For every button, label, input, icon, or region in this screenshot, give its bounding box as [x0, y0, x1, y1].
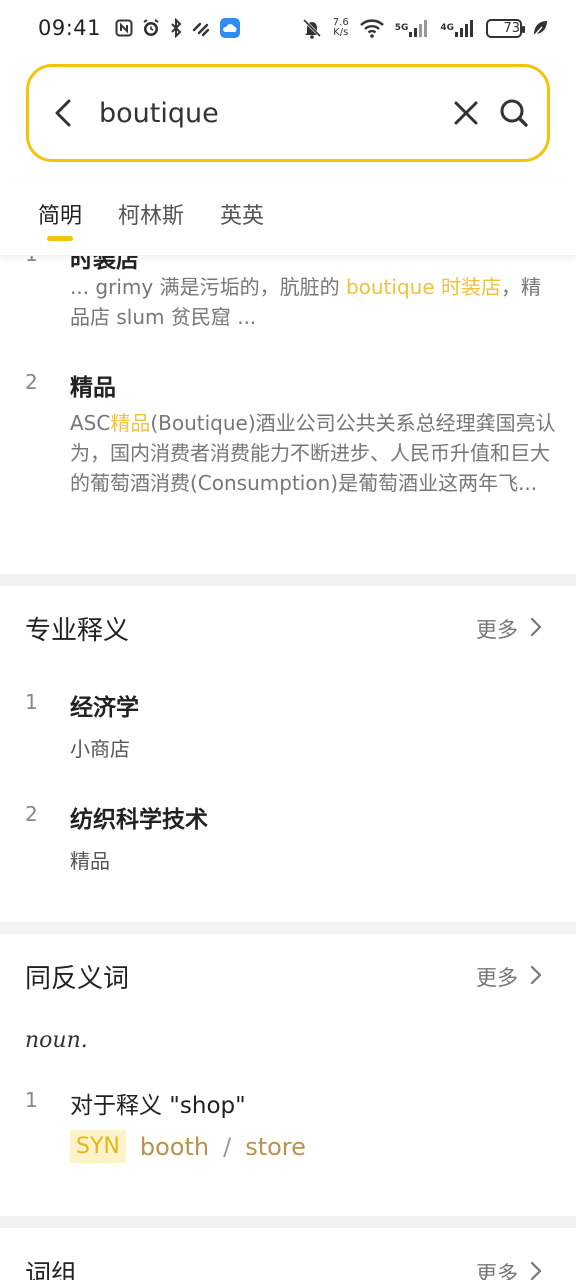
net-label-5g: 5G — [394, 23, 409, 33]
tab-collins[interactable]: 柯林斯 — [118, 180, 184, 255]
professional-meaning: 小商店 — [70, 737, 130, 761]
synonym-row: SYN booth / store — [70, 1130, 306, 1163]
synonym-word[interactable]: booth — [140, 1133, 209, 1161]
example-text-pre: ASC — [70, 411, 111, 435]
status-left: 09:41 — [38, 16, 241, 40]
tab-active-indicator — [47, 236, 73, 241]
professional-section-header: 专业释义 更多 — [0, 610, 576, 650]
leaf-icon — [532, 19, 548, 37]
more-label: 更多 — [476, 966, 518, 990]
phrases-section-header: 词组 更多 — [0, 1254, 576, 1280]
syn-badge: SYN — [70, 1130, 126, 1163]
synonym-word[interactable]: store — [245, 1133, 306, 1161]
net-speed: 7.6 K/s — [333, 18, 349, 38]
back-icon[interactable] — [49, 93, 77, 133]
example-highlight: 精品 — [110, 411, 151, 435]
bluetooth-icon — [169, 18, 183, 38]
section-title-synonyms: 同反义词 — [25, 964, 130, 994]
definition-number: 1 — [25, 256, 38, 266]
definition-title: 精品 — [70, 375, 116, 401]
search-icon[interactable] — [497, 93, 531, 133]
professional-number: 1 — [25, 690, 38, 714]
status-bar: 09:41 7.6 K/s 5G 4G 73 — [0, 0, 576, 56]
professional-meaning: 精品 — [70, 849, 110, 873]
chevron-right-icon — [530, 965, 542, 990]
section-title-professional: 专业释义 — [25, 616, 130, 646]
clear-icon[interactable] — [449, 93, 483, 133]
tab-collins-label: 柯林斯 — [118, 204, 185, 229]
chevron-right-icon — [530, 617, 542, 642]
section-divider — [0, 1216, 576, 1228]
tab-concise-label: 简明 — [38, 204, 83, 229]
cloud-app-icon — [219, 17, 241, 39]
signal-5g-icon: 5G — [395, 18, 431, 38]
more-label: 更多 — [476, 618, 518, 642]
tab-english[interactable]: 英英 — [220, 180, 264, 255]
alarm-icon — [141, 18, 161, 38]
battery-level: 73 — [503, 20, 520, 36]
professional-field: 经济学 — [70, 695, 139, 721]
wifi-icon — [359, 18, 385, 38]
more-button-professional[interactable]: 更多 — [476, 614, 542, 644]
more-label: 更多 — [476, 1262, 518, 1280]
net-label-4g: 4G — [440, 23, 454, 33]
professional-number: 2 — [25, 802, 38, 826]
synonym-separator: / — [223, 1132, 232, 1161]
dictionary-tabs: 简明 柯林斯 英英 — [0, 180, 576, 256]
section-divider — [0, 922, 576, 934]
example-text-pre: ... grimy 满是污垢的，肮脏的 — [70, 275, 346, 299]
tab-concise[interactable]: 简明 — [38, 180, 82, 255]
signal-4g-icon: 4G — [440, 18, 476, 38]
mute-icon — [301, 17, 323, 39]
status-time: 09:41 — [38, 16, 102, 40]
net-speed-unit: K/s — [333, 27, 349, 38]
status-right: 7.6 K/s 5G 4G 73 — [301, 17, 548, 39]
example-highlight: boutique 时装店 — [345, 275, 501, 299]
section-title-phrases: 词组 — [25, 1260, 78, 1280]
search-input[interactable]: boutique — [99, 98, 449, 129]
link-icon — [191, 18, 211, 38]
more-button-synonyms[interactable]: 更多 — [476, 962, 542, 992]
chevron-right-icon — [530, 1261, 542, 1280]
synonyms-section-header: 同反义词 更多 — [0, 958, 576, 998]
content-area[interactable]: 1 时装店 ... grimy 满是污垢的，肮脏的 boutique 时装店，精… — [0, 256, 576, 1280]
definition-example: ... grimy 满是污垢的，肮脏的 boutique 时装店，精品店 slu… — [70, 272, 556, 332]
tab-english-label: 英英 — [220, 204, 265, 229]
definition-example: ASC精品(Boutique)酒业公司公共关系总经理龚国亮认为，国内消费者消费能… — [70, 408, 556, 498]
section-divider — [0, 574, 576, 586]
synonym-sense: 对于释义 "shop" — [70, 1093, 246, 1119]
definition-number: 2 — [25, 370, 38, 394]
synonym-number: 1 — [25, 1088, 38, 1112]
professional-field: 纺织科学技术 — [70, 807, 208, 833]
more-button-phrases[interactable]: 更多 — [476, 1258, 542, 1280]
search-box[interactable]: boutique — [26, 64, 550, 162]
part-of-speech: noun. — [25, 1028, 88, 1053]
battery-indicator: 73 — [486, 18, 525, 38]
nfc-icon — [115, 19, 133, 37]
